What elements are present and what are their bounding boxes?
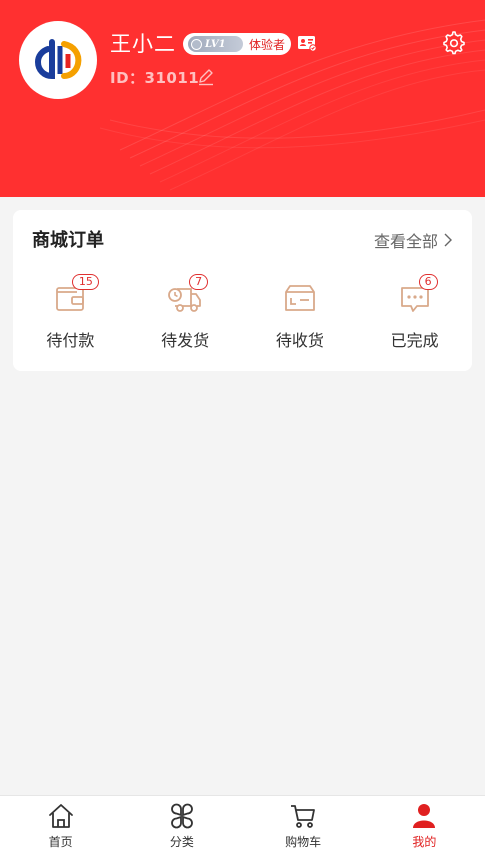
view-all-label: 查看全部 xyxy=(373,232,438,251)
level-code: LV1 xyxy=(205,38,226,50)
chevron-right-icon xyxy=(444,233,452,247)
order-status-label: 待付款 xyxy=(46,331,95,350)
tab-home[interactable]: 首页 xyxy=(0,796,121,860)
user-id: ID：31011 xyxy=(110,69,200,87)
order-status-label: 待收货 xyxy=(275,331,324,350)
tab-category[interactable]: 分类 xyxy=(121,796,242,860)
edit-icon[interactable] xyxy=(197,68,215,86)
tab-label: 我的 xyxy=(412,835,437,849)
username: 王小二 xyxy=(110,32,176,56)
avatar[interactable] xyxy=(19,21,97,99)
order-count-badge: 7 xyxy=(189,274,209,290)
tab-label: 购物车 xyxy=(285,835,322,849)
profile-header: 王小二 LV1 体验者 ID：31011 xyxy=(0,0,485,197)
cart-icon xyxy=(291,805,316,828)
user-icon xyxy=(413,804,436,828)
tab-mine[interactable]: 我的 xyxy=(364,796,485,860)
order-count-badge: 6 xyxy=(418,274,438,290)
view-all-orders-link[interactable]: 查看全部 xyxy=(374,227,452,253)
orders-title: 商城订单 xyxy=(32,230,104,251)
order-count-badge: 15 xyxy=(72,274,100,290)
tab-cart[interactable]: 购物车 xyxy=(243,796,364,860)
order-status-completed[interactable]: 6 已完成 xyxy=(357,274,472,356)
category-icon xyxy=(170,803,193,829)
level-pill: LV1 xyxy=(188,36,243,52)
order-status-label: 已完成 xyxy=(390,331,439,350)
order-status-pending-receipt[interactable]: 待收货 xyxy=(243,276,358,356)
level-medal-icon xyxy=(191,38,202,50)
box-icon xyxy=(284,285,315,311)
order-status-list: 15 待付款 7 待发货 待收货 6 已完成 xyxy=(13,274,472,356)
tab-label: 首页 xyxy=(48,835,73,849)
orders-card: 商城订单 查看全部 15 待付款 7 待发货 待收货 6 已完成 xyxy=(13,210,472,371)
level-badge: LV1 体验者 xyxy=(183,33,291,55)
bottom-tab-bar: 首页 分类 购物车 我的 xyxy=(0,795,485,860)
order-status-pending-shipment[interactable]: 7 待发货 xyxy=(128,274,243,356)
level-name: 体验者 xyxy=(249,37,286,52)
tab-label: 分类 xyxy=(169,835,194,849)
order-status-pending-payment[interactable]: 15 待付款 xyxy=(13,274,128,356)
brand-logo xyxy=(34,39,82,80)
settings-icon[interactable] xyxy=(442,31,466,55)
id-card-icon[interactable] xyxy=(297,34,317,52)
home-icon xyxy=(48,804,73,828)
order-status-label: 待发货 xyxy=(161,331,210,350)
